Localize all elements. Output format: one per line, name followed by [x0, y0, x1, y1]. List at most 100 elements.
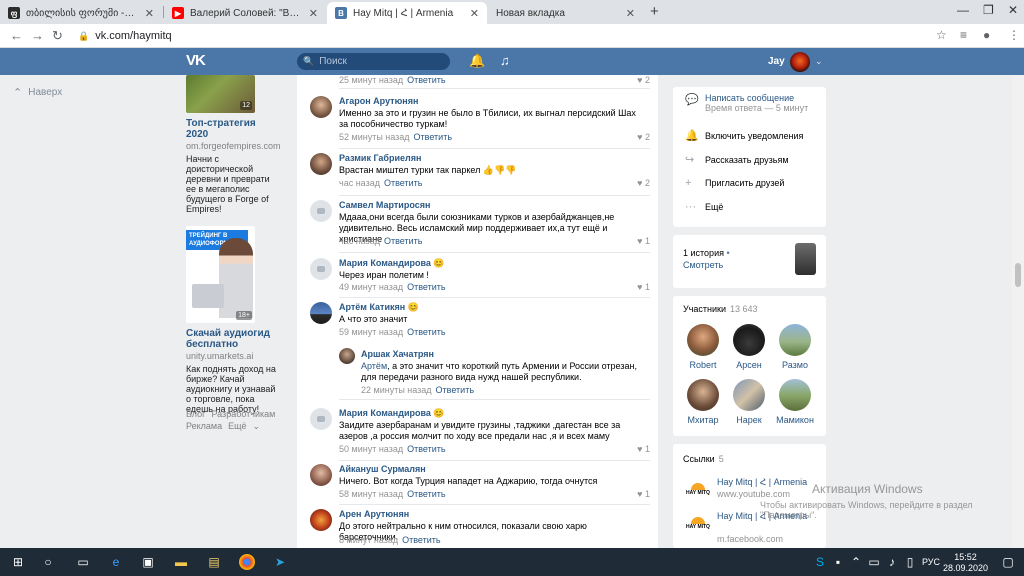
star-icon[interactable]: ☆	[936, 28, 947, 42]
reply-link[interactable]: Ответить	[407, 444, 445, 454]
music-icon[interactable]: ♫	[500, 53, 510, 68]
reply-link[interactable]: Ответить	[407, 282, 445, 292]
comment-author[interactable]: Мария Командирова 😊	[339, 258, 445, 269]
telegram-icon[interactable]: ➤	[272, 554, 288, 570]
like-button[interactable]: ♥ 1	[637, 489, 650, 499]
comment-author[interactable]: Аршак Хачатрян	[361, 349, 434, 359]
like-button[interactable]: ♥ 1	[637, 444, 650, 454]
back-to-top[interactable]: ⌃ Наверх	[13, 86, 62, 99]
share-button[interactable]: ↪ Рассказать друзьям	[685, 153, 789, 166]
comment-author[interactable]: Размик Габриелян	[339, 153, 421, 163]
minimize-icon[interactable]: —	[957, 3, 969, 17]
scrollbar-thumb[interactable]	[1015, 263, 1021, 287]
maximize-icon[interactable]: ❐	[983, 3, 994, 17]
footer-ads-link[interactable]: Реклама	[186, 421, 222, 431]
close-icon[interactable]: ✕	[626, 7, 635, 20]
reload-icon[interactable]: ↻	[52, 28, 63, 44]
ad-image-strategy[interactable]: 12	[186, 75, 255, 113]
tab-forum[interactable]: ფ თბილისის ფორუმი -> Quoti ✕	[0, 2, 162, 24]
store-icon[interactable]: ▣	[140, 554, 156, 570]
comment-author[interactable]: Арен Арутюнян	[339, 509, 409, 519]
members-header[interactable]: Участники 13 643	[683, 304, 758, 314]
files-icon[interactable]: ▤	[206, 554, 222, 570]
menu-dots-icon[interactable]: ⋮	[1008, 28, 1020, 42]
search-icon[interactable]: ○	[40, 554, 56, 570]
reply-link[interactable]: Ответить	[384, 236, 422, 246]
username[interactable]: Jay	[768, 56, 785, 67]
network-icon[interactable]: ▭	[866, 554, 882, 570]
chevron-up-icon[interactable]: ⌃	[848, 554, 864, 570]
like-button[interactable]: ♥ 2	[637, 132, 650, 142]
avatar[interactable]	[339, 348, 355, 364]
reply-link[interactable]: Ответить	[407, 489, 445, 499]
comment-author[interactable]: Самвел Мартиросян	[339, 200, 430, 210]
playlist-icon[interactable]: ≡	[960, 28, 967, 42]
scrollbar-track[interactable]	[1012, 75, 1024, 548]
close-window-icon[interactable]: ✕	[1008, 3, 1018, 17]
chrome-icon[interactable]	[239, 554, 255, 570]
reply-link[interactable]: Ответить	[402, 535, 440, 545]
send-message-button[interactable]: 💬 Написать сообщение Время ответа — 5 мин…	[685, 93, 808, 113]
like-button[interactable]: ♥ 2	[637, 178, 650, 188]
member-robert[interactable]: Robert	[682, 324, 724, 370]
comment-author[interactable]: Мария Командирова 😊	[339, 408, 445, 419]
battery-icon[interactable]: ▯	[902, 554, 918, 570]
tray-icon[interactable]: ▪	[830, 554, 846, 570]
reply-link[interactable]: Ответить	[414, 132, 452, 142]
folder-icon[interactable]: ▬	[173, 554, 189, 570]
forward-arrow-icon[interactable]: →	[31, 28, 44, 43]
like-button[interactable]: ♥ 2	[637, 75, 650, 85]
avatar[interactable]	[310, 153, 332, 175]
ad-title[interactable]: Топ-стратегия 2020	[186, 118, 276, 140]
invite-button[interactable]: + Пригласить друзей	[685, 177, 784, 189]
reply-link[interactable]: Ответить	[384, 178, 422, 188]
member-arsen[interactable]: Арсен	[728, 324, 770, 370]
like-button[interactable]: ♥ 1	[637, 236, 650, 246]
notifications-icon[interactable]: ▢	[1000, 554, 1016, 570]
url-field[interactable]: 🔒 vk.com/haymitq	[78, 27, 948, 45]
like-button[interactable]: ♥ 1	[637, 282, 650, 292]
footer-dev-link[interactable]: Разработчикам	[211, 409, 275, 419]
avatar[interactable]	[310, 464, 332, 486]
comment-author[interactable]: Агарон Арутюнян	[339, 96, 418, 106]
volume-icon[interactable]: ♪	[884, 554, 900, 570]
comment-author[interactable]: Артём Катикян 😊	[339, 302, 419, 313]
member-mkhitar[interactable]: Мхитар	[682, 379, 724, 425]
language-indicator[interactable]: РУС	[922, 557, 940, 567]
reply-link[interactable]: Ответить	[436, 385, 474, 395]
skype-icon[interactable]: S	[812, 554, 828, 570]
more-button[interactable]: ··· Ещё	[685, 201, 723, 213]
edge-icon[interactable]: e	[108, 554, 124, 570]
comment-author[interactable]: Айкануш Сурмалян	[339, 464, 426, 474]
story-thumbnail[interactable]	[795, 243, 816, 275]
camera-avatar-icon[interactable]	[310, 408, 332, 430]
notifications-button[interactable]: 🔔 Включить уведомления	[685, 129, 803, 142]
avatar[interactable]	[310, 509, 332, 531]
back-arrow-icon[interactable]: ←	[10, 28, 23, 43]
clock[interactable]: 15:52 28.09.2020	[943, 552, 988, 574]
member-mamikon[interactable]: Мамикон	[774, 379, 816, 425]
user-avatar[interactable]	[790, 52, 810, 72]
tab-youtube[interactable]: ▶ Валерий Соловей: "Власть боит ✕	[164, 2, 326, 24]
bell-icon[interactable]: 🔔	[469, 53, 485, 69]
tab-vk[interactable]: В Hay Mitq | Հ | Armenia ✕	[327, 2, 487, 24]
tab-new[interactable]: Новая вкладка ✕	[488, 2, 643, 24]
avatar[interactable]	[310, 96, 332, 118]
reply-link[interactable]: Ответить	[407, 327, 445, 337]
footer-blog-link[interactable]: Блог	[186, 409, 205, 419]
avatar[interactable]	[310, 302, 332, 324]
camera-avatar-icon[interactable]	[310, 258, 332, 280]
ad-title[interactable]: Скачай аудиогид бесплатно	[186, 328, 276, 350]
camera-avatar-icon[interactable]	[310, 200, 332, 222]
ad-image-trading[interactable]: ТРЕЙДИНГ В АУДИОФОРМАТЕ 18+	[186, 226, 255, 323]
member-narek[interactable]: Нарек	[728, 379, 770, 425]
watch-stories-link[interactable]: Смотреть	[683, 260, 723, 270]
close-icon[interactable]: ✕	[145, 7, 154, 20]
chevron-down-icon[interactable]: ⌄	[815, 56, 823, 67]
footer-more-link[interactable]: Ещё	[228, 421, 246, 431]
close-icon[interactable]: ✕	[309, 7, 318, 20]
member-razmo[interactable]: Размо	[774, 324, 816, 370]
mention-link[interactable]: Артём	[361, 361, 387, 371]
vk-logo-icon[interactable]: VK	[186, 52, 206, 69]
profile-icon[interactable]: ●	[983, 28, 990, 42]
